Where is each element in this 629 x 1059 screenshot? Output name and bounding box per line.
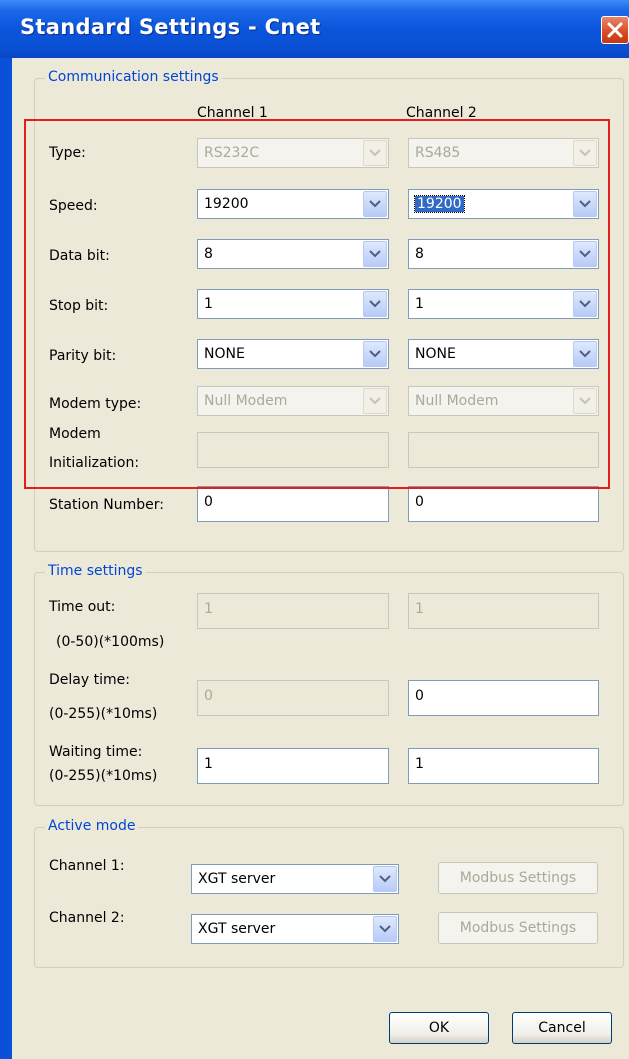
active-channel1-select[interactable]: XGT server <box>191 864 399 894</box>
highlight-box <box>24 119 610 489</box>
waiting-time-label: Waiting time: <box>49 744 143 760</box>
close-button[interactable] <box>601 16 629 44</box>
chevron-down-icon <box>373 916 397 942</box>
time-out-ch1-value: 1 <box>204 601 213 617</box>
ok-button[interactable]: OK <box>389 1012 489 1044</box>
time-out-label: Time out: <box>49 599 116 615</box>
station-number-ch2-input[interactable]: 0 <box>408 486 599 522</box>
active-channel2-label: Channel 2: <box>49 910 125 926</box>
channel1-modbus-settings-button[interactable]: Modbus Settings <box>438 862 598 894</box>
waiting-time-ch2-value: 1 <box>415 756 424 772</box>
delay-time-ch2-value: 0 <box>415 688 424 704</box>
time-out-ch2-input[interactable]: 1 <box>408 593 599 629</box>
station-number-ch1-value: 0 <box>204 494 213 510</box>
chevron-down-icon <box>373 866 397 892</box>
time-out-ch2-value: 1 <box>415 601 424 617</box>
delay-time-range: (0-255)(*10ms) <box>49 706 158 722</box>
cancel-button[interactable]: Cancel <box>512 1012 612 1044</box>
window-title: Standard Settings - Cnet <box>20 15 321 39</box>
close-icon <box>607 22 623 38</box>
delay-time-ch2-input[interactable]: 0 <box>408 680 599 716</box>
waiting-time-ch1-input[interactable]: 1 <box>197 748 389 784</box>
waiting-time-range: (0-255)(*10ms) <box>49 768 158 784</box>
ok-label: OK <box>428 1020 450 1036</box>
active-channel1-value: XGT server <box>198 871 276 887</box>
active-mode-title: Active mode <box>45 818 139 834</box>
dialog-window: Standard Settings - Cnet Communication s… <box>0 0 629 1059</box>
channel2-modbus-settings-label: Modbus Settings <box>459 920 577 936</box>
time-settings-title: Time settings <box>45 563 146 579</box>
delay-time-ch1-value: 0 <box>204 688 213 704</box>
channel2-modbus-settings-button[interactable]: Modbus Settings <box>438 912 598 944</box>
channel1-modbus-settings-label: Modbus Settings <box>459 870 577 886</box>
station-number-ch1-input[interactable]: 0 <box>197 486 389 522</box>
time-out-ch1-input[interactable]: 1 <box>197 593 389 629</box>
active-channel2-value: XGT server <box>198 921 276 937</box>
title-bar[interactable]: Standard Settings - Cnet <box>0 0 629 58</box>
active-channel2-select[interactable]: XGT server <box>191 914 399 944</box>
active-mode-group: Active mode <box>34 818 624 968</box>
delay-time-ch1-input[interactable]: 0 <box>197 680 389 716</box>
delay-time-label: Delay time: <box>49 672 130 688</box>
waiting-time-ch1-value: 1 <box>204 756 213 772</box>
waiting-time-ch2-input[interactable]: 1 <box>408 748 599 784</box>
station-number-label: Station Number: <box>49 497 164 513</box>
cancel-label: Cancel <box>538 1020 586 1036</box>
time-out-range: (0-50)(*100ms) <box>56 634 165 650</box>
communication-settings-title: Communication settings <box>45 69 222 85</box>
active-channel1-label: Channel 1: <box>49 858 125 874</box>
station-number-ch2-value: 0 <box>415 494 424 510</box>
